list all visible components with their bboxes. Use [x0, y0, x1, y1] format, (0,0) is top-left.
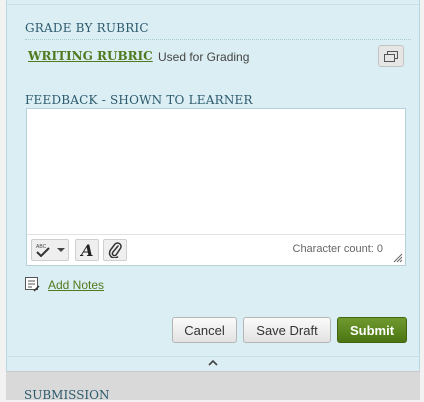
font-style-icon: A [80, 242, 93, 258]
add-notes-row[interactable]: Add Notes [25, 277, 104, 292]
paperclip-icon [108, 242, 122, 258]
editor-toolbar: ABC A Character count: 0 [27, 234, 405, 265]
feedback-text-area[interactable] [27, 109, 405, 234]
section-divider [6, 356, 420, 357]
expand-window-icon [384, 50, 398, 62]
writing-rubric-link[interactable]: WRITING RUBRIC [28, 49, 153, 63]
notes-icon [25, 277, 40, 292]
resize-grip-icon[interactable] [393, 253, 403, 263]
svg-text:A: A [80, 242, 93, 258]
collapse-chevron-icon[interactable] [208, 359, 218, 367]
submit-button[interactable]: Submit [337, 317, 407, 343]
rubric-status-text: Used for Grading [158, 50, 250, 64]
submission-section-bar[interactable]: SUBMISSION [6, 371, 420, 402]
font-style-button[interactable]: A [75, 239, 99, 261]
character-count: Character count: 0 [292, 243, 384, 255]
add-notes-link[interactable]: Add Notes [48, 278, 104, 292]
feedback-editor[interactable]: ABC A Character count: 0 [26, 108, 406, 266]
save-draft-button[interactable]: Save Draft [243, 317, 331, 343]
spellcheck-button[interactable]: ABC [31, 239, 69, 261]
expand-rubric-button[interactable] [378, 45, 404, 67]
svg-text:ABC: ABC [36, 244, 47, 250]
spellcheck-icon: ABC [36, 244, 50, 257]
cancel-button[interactable]: Cancel [172, 317, 237, 343]
feedback-heading: FEEDBACK - SHOWN TO LEARNER [25, 93, 253, 107]
grade-by-rubric-heading: GRADE BY RUBRIC [25, 21, 149, 35]
chevron-down-icon [57, 248, 65, 252]
heading-divider [25, 39, 411, 40]
attach-file-button[interactable] [103, 239, 127, 261]
grading-panel: GRADE BY RUBRIC WRITING RUBRIC Used for … [6, 0, 420, 371]
panel-top-divider [7, 4, 419, 5]
